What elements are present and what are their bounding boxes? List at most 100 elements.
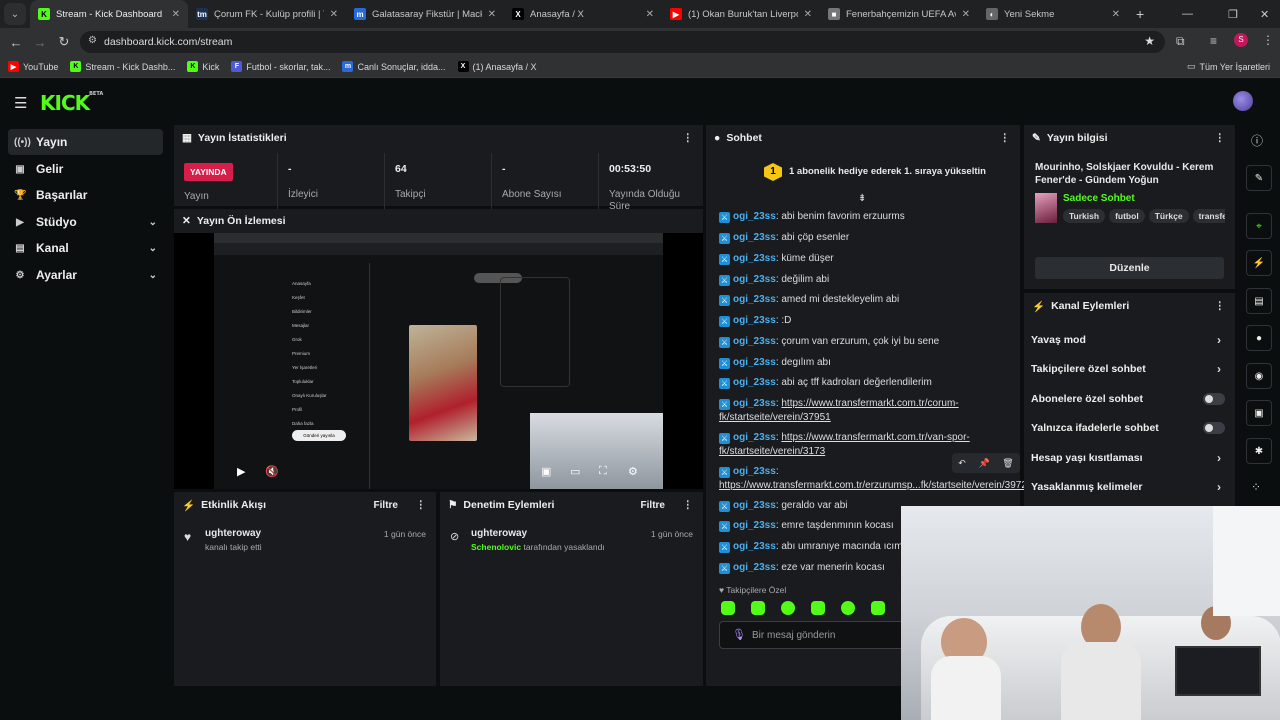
more-icon[interactable]: ⋮	[683, 499, 694, 511]
forward-icon[interactable]: →	[28, 35, 52, 50]
chat-username[interactable]: ogi_23ss	[733, 253, 776, 264]
browser-tab[interactable]: ■ Fenerbahçemizin UEFA Avrupa ✕	[820, 0, 978, 28]
hamburger-menu-icon[interactable]: ☰	[14, 94, 27, 112]
moderation-user[interactable]: ughteroway	[471, 528, 527, 539]
emote-2[interactable]	[751, 601, 765, 615]
reply-icon[interactable]: ↶	[958, 458, 966, 469]
document-rail-button[interactable]: ▤	[1246, 288, 1272, 314]
more-tools-icon[interactable]: ⁘	[1251, 480, 1261, 494]
fullscreen-icon[interactable]: ⛶	[599, 465, 607, 478]
media-icon[interactable]: ≡	[1210, 34, 1217, 48]
bookmark-item[interactable]: K Kick	[187, 61, 219, 72]
more-icon[interactable]: ⋮	[1215, 300, 1226, 312]
chat-username[interactable]: ogi_23ss	[733, 541, 776, 552]
category-link[interactable]: Sadece Sohbet	[1063, 193, 1135, 204]
pin-icon[interactable]: 📌	[978, 458, 989, 469]
chat-username[interactable]: ogi_23ss	[733, 232, 776, 243]
browser-menu-icon[interactable]: ⋮	[1262, 33, 1274, 47]
filter-button[interactable]: Filtre	[374, 500, 398, 511]
bookmark-item[interactable]: X (1) Anasayfa / X	[457, 61, 537, 72]
all-bookmarks-folder[interactable]: ▭ Tüm Yer İşaretleri	[1187, 61, 1270, 72]
bookmark-item[interactable]: m Canlı Sonuçlar, idda...	[342, 61, 446, 72]
sidebar-item-1[interactable]: ▣ Gelir	[8, 156, 163, 182]
more-icon[interactable]: ⋮	[683, 132, 694, 144]
mute-icon[interactable]: 🔇	[265, 465, 279, 478]
play-icon[interactable]: ▶	[237, 465, 245, 478]
chat-username[interactable]: ogi_23ss	[733, 274, 776, 285]
browser-tab[interactable]: tm Çorum FK - Kulüp profili | Transfe ✕	[188, 0, 346, 28]
close-window-icon[interactable]: ✕	[1260, 0, 1269, 28]
tab-close-icon[interactable]: ✕	[804, 9, 812, 20]
profile-avatar[interactable]: S	[1234, 33, 1248, 47]
chat-username[interactable]: ogi_23ss	[733, 398, 776, 409]
emote-6[interactable]	[871, 601, 885, 615]
chat-username[interactable]: ogi_23ss	[733, 315, 776, 326]
activity-user[interactable]: ughteroway	[205, 528, 261, 539]
chat-username[interactable]: ogi_23ss	[733, 466, 776, 477]
info-icon[interactable]: ⓘ	[1251, 132, 1263, 149]
sidebar-item-0[interactable]: ((•)) Yayın	[8, 129, 163, 155]
browser-tab[interactable]: K Stream - Kick Dashboard ✕	[30, 0, 188, 28]
kick-logo[interactable]: KICKBETA	[40, 91, 103, 115]
chat-username[interactable]: ogi_23ss	[733, 294, 776, 305]
chat-username[interactable]: ogi_23ss	[733, 336, 776, 347]
tab-close-icon[interactable]: ✕	[488, 9, 496, 20]
tab-close-icon[interactable]: ✕	[1112, 9, 1120, 20]
channel-action-row[interactable]: Hesap yaşı kısıtlaması ›	[1031, 447, 1227, 469]
channel-action-row[interactable]: Yalnızca ifadelerle sohbet	[1031, 417, 1227, 439]
chat-username[interactable]: ogi_23ss	[733, 432, 776, 443]
sidebar-item-2[interactable]: 🏆 Başarılar	[8, 182, 163, 208]
tab-close-icon[interactable]: ✕	[330, 9, 338, 20]
browser-tab[interactable]: X Anasayfa / X ✕	[504, 0, 662, 28]
emote-5[interactable]	[841, 601, 855, 615]
microphone-icon[interactable]: 🎙	[732, 628, 746, 641]
moderator-name[interactable]: Schenolovic	[471, 542, 521, 552]
channel-action-row[interactable]: Yavaş mod ›	[1031, 329, 1227, 351]
chat-link[interactable]: https://www.transfermarkt.com.tr/erzurum…	[719, 480, 1032, 491]
pip-icon[interactable]: ▣	[541, 465, 551, 478]
emote-1[interactable]	[721, 601, 735, 615]
gift-leaderboard-text[interactable]: 1 abonelik hediye ederek 1. sıraya yükse…	[789, 166, 986, 177]
browser-tab[interactable]: ◐ Yeni Sekme ✕	[978, 0, 1128, 28]
chat-rail-button[interactable]: ●	[1246, 325, 1272, 351]
browser-tab[interactable]: m Galatasaray Fikstür | Mackolik.co ✕	[346, 0, 504, 28]
chat-username[interactable]: ogi_23ss	[733, 562, 776, 573]
channel-action-row[interactable]: Yasaklanmış kelimeler ›	[1031, 476, 1227, 498]
reload-icon[interactable]: ↻	[52, 34, 76, 50]
tab-search-icon[interactable]: ⌄	[4, 3, 26, 25]
sidebar-item-5[interactable]: ⚙ Ayarlar ⌄	[8, 262, 163, 288]
emote-4[interactable]	[811, 601, 825, 615]
sidebar-item-4[interactable]: ▤ Kanal ⌄	[8, 235, 163, 261]
edit-rail-button[interactable]: ✎	[1246, 165, 1272, 191]
bookmark-star-icon[interactable]: ★	[1144, 34, 1155, 48]
tab-close-icon[interactable]: ✕	[962, 9, 970, 20]
stream-tag[interactable]: transfer	[1192, 209, 1225, 223]
pinned-toggle-icon[interactable]: ⇟	[858, 193, 866, 204]
delete-icon[interactable]: 🗑	[1002, 458, 1013, 469]
toggle-switch[interactable]	[1203, 393, 1225, 405]
chat-username[interactable]: ogi_23ss	[733, 377, 776, 388]
maximize-icon[interactable]: ❐	[1228, 0, 1238, 28]
toggle-switch[interactable]	[1203, 422, 1225, 434]
site-info-icon[interactable]: ⚙	[88, 35, 97, 46]
channel-action-row[interactable]: Takipçilere özel sohbet ›	[1031, 358, 1227, 380]
stream-tag[interactable]: Turkish	[1063, 209, 1106, 223]
stream-preview-video[interactable]: Anasayfa Keşfet Bildirimler Mesajlar Grok Pre…	[174, 233, 703, 489]
bolt-rail-button[interactable]: ⚡	[1246, 250, 1272, 276]
broadcast-rail-button[interactable]: ◉	[1246, 363, 1272, 389]
bookmark-item[interactable]: ▶ YouTube	[8, 61, 58, 72]
emote-3[interactable]	[781, 601, 795, 615]
url-field[interactable]: ⚙ dashboard.kick.com/stream ★	[80, 31, 1165, 53]
chat-username[interactable]: ogi_23ss	[733, 211, 776, 222]
more-icon[interactable]: ⋮	[1000, 132, 1011, 144]
user-avatar[interactable]	[1233, 91, 1253, 111]
browser-tab[interactable]: ▶ (1) Okan Buruk'tan Liverpool'a ✕	[662, 0, 820, 28]
bookmark-item[interactable]: K Stream - Kick Dashb...	[70, 61, 175, 72]
chat-username[interactable]: ogi_23ss	[733, 357, 776, 368]
bookmark-item[interactable]: F Futbol - skorlar, tak...	[231, 61, 330, 72]
filter-button[interactable]: Filtre	[641, 500, 665, 511]
more-icon[interactable]: ⋮	[416, 499, 427, 511]
capture-rail-button[interactable]: ⌖	[1246, 213, 1272, 239]
channel-action-row[interactable]: Abonelere özel sohbet	[1031, 388, 1227, 410]
minimize-icon[interactable]: —	[1182, 0, 1193, 28]
